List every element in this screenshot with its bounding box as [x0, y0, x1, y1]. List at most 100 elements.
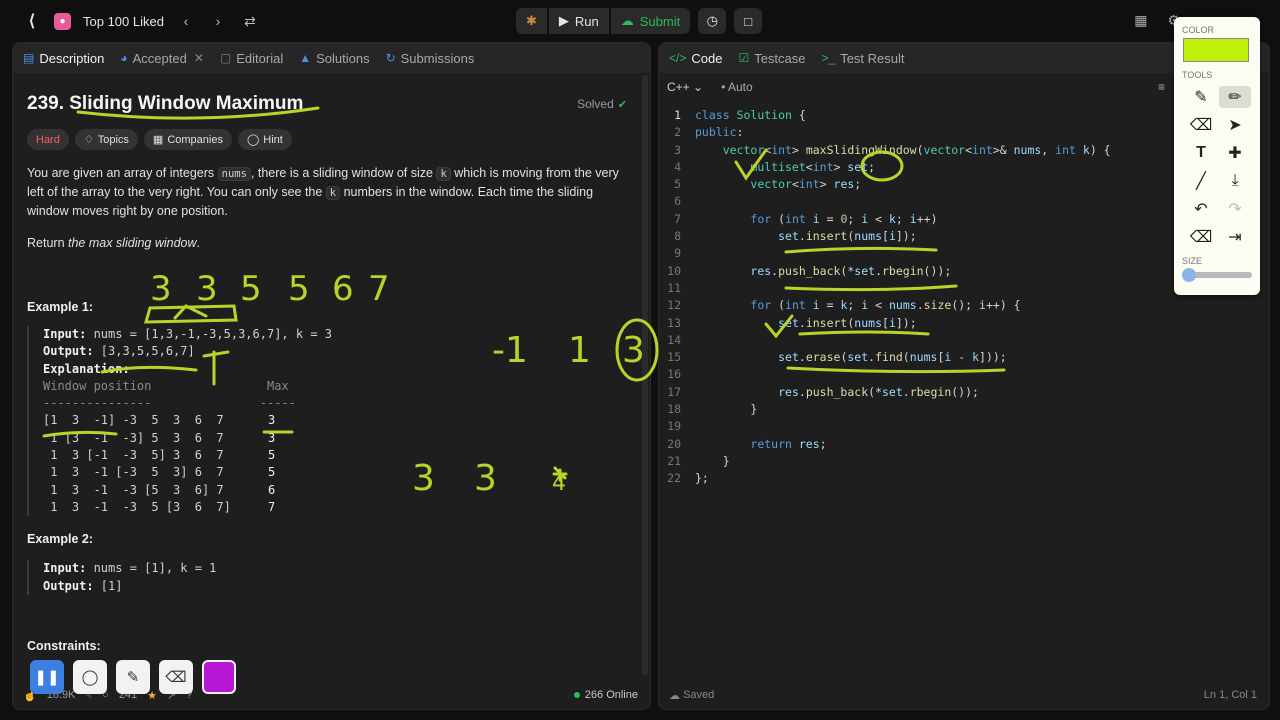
code-text: res.push_back(*set.rbegin());	[778, 384, 979, 399]
size-slider[interactable]	[1182, 268, 1252, 282]
code-line[interactable]: 6	[659, 193, 1111, 210]
run-button[interactable]: ▶ Run	[548, 8, 609, 34]
code-line[interactable]: 7 for (int i = 0; i < k; i++)	[659, 211, 1111, 228]
window-max: 3	[268, 413, 276, 428]
code-line[interactable]: 1 class Solution {	[659, 107, 1111, 124]
code-line[interactable]: 12 for (int i = k; i < nums.size(); i++)…	[659, 297, 1111, 314]
pen-button[interactable]: ✎	[116, 660, 150, 694]
text-icon[interactable]: T	[1185, 142, 1217, 164]
code-line[interactable]: 20 return res;	[659, 436, 1111, 453]
companies-chip[interactable]: ▦ Companies	[143, 129, 232, 150]
code-line[interactable]: 17 res.push_back(*set.rbegin());	[659, 384, 1111, 401]
code-line[interactable]: 10 res.push_back(*set.rbegin());	[659, 263, 1111, 280]
chevron-right-icon[interactable]: ›	[208, 13, 228, 29]
output-label: Output:	[43, 578, 94, 593]
pause-button[interactable]: ❚❚	[30, 660, 64, 694]
window-position: 1 3 -1 -3 5 [3 6 7]	[43, 499, 231, 514]
eraser-icon[interactable]: ⌫	[1185, 114, 1217, 136]
chevron-left-icon[interactable]: ‹	[176, 13, 196, 29]
hint-chip[interactable]: ◯ Hint	[237, 129, 292, 150]
debug-button[interactable]: ✱	[516, 8, 547, 34]
inline-code: k	[436, 167, 451, 181]
code-line[interactable]: 19	[659, 418, 1111, 435]
pencil-icon[interactable]: ✎	[1185, 86, 1217, 108]
language-select[interactable]: C++ ⌄	[667, 80, 703, 94]
code-line[interactable]: 14	[659, 332, 1111, 349]
auto-mode[interactable]: • Auto	[721, 80, 753, 94]
code-line[interactable]: 16	[659, 366, 1111, 383]
code-line[interactable]: 18 }	[659, 401, 1111, 418]
code-line[interactable]: 5 vector<int> res;	[659, 176, 1111, 193]
timer-button[interactable]: ◷	[698, 8, 727, 34]
tab-accepted[interactable]: ◕ Accepted ✕	[120, 51, 204, 66]
code-line[interactable]: 2 public:	[659, 124, 1111, 141]
checkbox-icon: ☑	[738, 51, 750, 65]
example-1-title: Example 1:	[27, 300, 94, 314]
tab-code[interactable]: </> Code	[669, 51, 722, 66]
trash-icon[interactable]: ⌫	[1185, 226, 1217, 248]
pause-icon: ❚❚	[34, 669, 60, 686]
window-max: 7	[268, 499, 276, 514]
explanation-row: 1 3 -1 -3 5 [3 6 7] 7	[43, 499, 627, 516]
submit-button[interactable]: ☁ Submit	[610, 8, 691, 34]
color-swatch[interactable]	[1183, 38, 1249, 62]
code-text: set.erase(set.find(nums[i - k]));	[778, 350, 1007, 365]
exit-icon[interactable]: ⇥	[1219, 226, 1251, 248]
color-picker-button[interactable]	[202, 660, 236, 694]
input-value: nums = [1], k = 1	[86, 561, 217, 576]
redo-icon[interactable]: ↷	[1219, 198, 1251, 220]
check-circle-icon: ✔	[617, 98, 627, 111]
explanation-divider: --------------- -----	[43, 396, 296, 411]
line-icon[interactable]: ╱	[1185, 170, 1217, 192]
close-icon[interactable]: ✕	[194, 51, 204, 65]
topics-chip[interactable]: ♢ Topics	[74, 129, 138, 150]
code-line[interactable]: 22};	[659, 470, 1111, 487]
code-line[interactable]: 15 set.erase(set.find(nums[i - k]));	[659, 349, 1111, 366]
line-number: 16	[667, 367, 681, 382]
tab-description[interactable]: ▤ Description	[23, 51, 104, 66]
code-line[interactable]: 21 }	[659, 453, 1111, 470]
problem-statement: You are given an array of integers nums,…	[27, 164, 627, 220]
format-icon[interactable]: ≡	[1158, 80, 1165, 94]
cursor-icon[interactable]: ➤	[1219, 114, 1251, 136]
tab-submissions[interactable]: ↻ Submissions	[386, 51, 475, 66]
download-icon[interactable]: ⤓	[1219, 170, 1251, 192]
code-line[interactable]: 4 multiset<int> set;	[659, 159, 1111, 176]
scrollbar[interactable]	[642, 75, 648, 675]
line-number: 3	[674, 142, 681, 157]
code-editor[interactable]: 1 class Solution {2 public: 3 vector<int> m…	[659, 107, 1111, 488]
window-position: 1 3 -1 -3 [5 3 6] 7	[43, 482, 224, 497]
explanation-header: Window position Max	[43, 378, 289, 393]
tab-editorial[interactable]: ▢ Editorial	[220, 51, 283, 66]
lightbulb-icon: ◯	[246, 134, 260, 146]
code-line[interactable]: 8 set.insert(nums[i]);	[659, 228, 1111, 245]
code-line[interactable]: 13 set.insert(nums[i]);	[659, 315, 1111, 332]
chevron-down-icon: ⌄	[693, 80, 704, 94]
move-icon[interactable]: ✚	[1219, 142, 1251, 164]
notes-button[interactable]: □	[734, 8, 763, 34]
page-title[interactable]: 239. Sliding Window Maximum	[27, 93, 627, 115]
leetcode-logo-icon[interactable]: ⟨	[22, 11, 42, 31]
shuffle-icon[interactable]: ⇄	[240, 13, 260, 30]
tab-test-result[interactable]: >_ Test Result	[822, 51, 905, 66]
online-count: 266 Online	[584, 689, 638, 701]
lasso-button[interactable]: ◯	[73, 660, 107, 694]
slider-knob[interactable]	[1182, 268, 1196, 282]
tab-testcase[interactable]: ☑ Testcase	[738, 51, 805, 66]
layout-grid-icon[interactable]: ▦	[1134, 12, 1147, 29]
solved-label: Solved	[577, 97, 614, 111]
code-text: };	[695, 471, 709, 486]
code-line[interactable]: 3 vector<int> maxSlidingWindow(vector<in…	[659, 142, 1111, 159]
highlighter-icon[interactable]: ✏	[1219, 86, 1251, 108]
tab-solutions[interactable]: ▲ Solutions	[299, 51, 369, 66]
code-line[interactable]: 11	[659, 280, 1111, 297]
code-text: vector<int> res;	[750, 177, 862, 192]
eraser-button[interactable]: ⌫	[159, 660, 193, 694]
top-bar: ⟨ ● Top 100 Liked ‹ › ⇄ ✱ ▶ Run ☁ Submit ◷…	[0, 0, 1280, 42]
code-text: public:	[695, 125, 744, 140]
undo-icon[interactable]: ↶	[1185, 198, 1217, 220]
code-line[interactable]: 9	[659, 245, 1111, 262]
online-dot	[573, 692, 580, 698]
problem-list-title[interactable]: Top 100 Liked	[83, 14, 164, 29]
